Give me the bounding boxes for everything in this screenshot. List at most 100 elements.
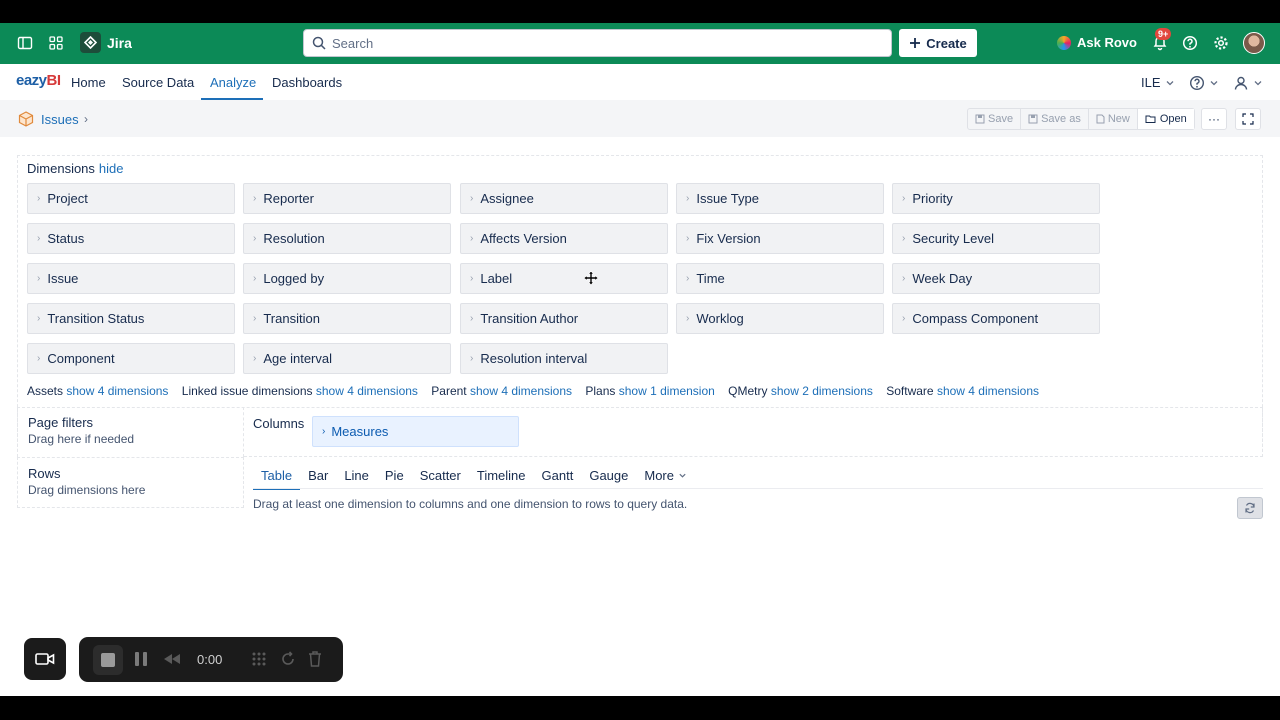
dimension-chip-label: Affects Version xyxy=(480,231,567,246)
app-switcher-icon[interactable] xyxy=(46,33,66,53)
dimension-chip-issue[interactable]: › Issue xyxy=(27,263,235,294)
nav-source-data[interactable]: Source Data xyxy=(122,75,194,90)
tab-line[interactable]: Line xyxy=(336,464,377,490)
sidebar-toggle-icon[interactable] xyxy=(15,33,35,53)
fullscreen-button[interactable] xyxy=(1235,108,1261,130)
show-dimensions-link[interactable]: show 2 dimensions xyxy=(771,384,873,398)
tab-bar[interactable]: Bar xyxy=(300,464,336,490)
dimension-chip-project[interactable]: › Project xyxy=(27,183,235,214)
show-dimensions-link[interactable]: show 4 dimensions xyxy=(316,384,418,398)
tab-pie[interactable]: Pie xyxy=(377,464,412,490)
chevron-right-icon: › xyxy=(322,426,326,437)
dimension-chip-affects-version[interactable]: › Affects Version xyxy=(460,223,668,254)
show-dimensions-link[interactable]: show 4 dimensions xyxy=(66,384,168,398)
group-qmetry: QMetry show 2 dimensions xyxy=(728,384,873,398)
dimension-chip-assignee[interactable]: › Assignee xyxy=(460,183,668,214)
show-dimensions-link[interactable]: show 1 dimension xyxy=(619,384,715,398)
language-selector[interactable]: ILE xyxy=(1141,75,1175,90)
save-button[interactable]: Save xyxy=(968,109,1022,129)
dimension-chip-label: Security Level xyxy=(912,231,994,246)
tab-scatter[interactable]: Scatter xyxy=(412,464,469,490)
settings-gear-icon[interactable] xyxy=(1211,33,1231,53)
tab-more[interactable]: More xyxy=(636,464,694,490)
dimension-chip-transition-author[interactable]: › Transition Author xyxy=(460,303,668,334)
page-filters-drop-zone[interactable]: Page filters Drag here if needed xyxy=(17,407,244,457)
dimension-chip-week-day[interactable]: › Week Day xyxy=(892,263,1100,294)
show-dimensions-link[interactable]: show 4 dimensions xyxy=(470,384,572,398)
more-actions-button[interactable]: ··· xyxy=(1201,108,1227,130)
help-menu[interactable] xyxy=(1189,75,1219,91)
dimension-chip-label: Issue Type xyxy=(696,191,759,206)
dimension-chip-priority[interactable]: › Priority xyxy=(892,183,1100,214)
tab-table[interactable]: Table xyxy=(253,464,301,490)
nav-home[interactable]: Home xyxy=(71,75,106,90)
nav-analyze[interactable]: Analyze xyxy=(210,75,256,90)
ask-rovo-button[interactable]: Ask Rovo xyxy=(1057,35,1137,50)
grid-dots-icon[interactable] xyxy=(251,651,267,667)
dimension-chip-compass-component[interactable]: › Compass Component xyxy=(892,303,1100,334)
dimension-chip-label: Label xyxy=(480,271,513,286)
jira-app-name[interactable]: Jira xyxy=(107,35,132,51)
dimension-chip-resolution-interval[interactable]: › Resolution interval xyxy=(460,343,668,374)
chevron-right-icon: › xyxy=(253,233,257,244)
user-avatar[interactable] xyxy=(1243,32,1265,54)
open-button[interactable]: Open xyxy=(1137,109,1194,129)
dimension-chip-time[interactable]: › Time xyxy=(676,263,884,294)
eazybi-logo[interactable]: eazyBI xyxy=(16,72,61,89)
chevron-right-icon: › xyxy=(253,313,257,324)
refresh-button[interactable] xyxy=(1237,497,1263,519)
dimension-chip-transition-status[interactable]: › Transition Status xyxy=(27,303,235,334)
folder-open-icon xyxy=(1145,115,1156,123)
global-search-box[interactable] xyxy=(303,29,892,57)
dimension-chip-label: Logged by xyxy=(263,271,325,286)
dimension-chip-component[interactable]: › Component xyxy=(27,343,235,374)
rows-title: Rows xyxy=(28,466,61,481)
dimension-chip-security-level[interactable]: › Security Level xyxy=(892,223,1100,254)
dimension-chip-age-interval[interactable]: › Age interval xyxy=(243,343,451,374)
dimension-chip-label: Priority xyxy=(912,191,953,206)
breadcrumb-issues[interactable]: Issues xyxy=(41,112,79,127)
trash-icon[interactable] xyxy=(308,651,322,667)
save-label: Save xyxy=(988,113,1014,125)
tab-timeline[interactable]: Timeline xyxy=(469,464,534,490)
recorder-camera-button[interactable] xyxy=(24,638,66,680)
pause-icon[interactable] xyxy=(134,651,148,667)
more-actions-label: ··· xyxy=(1208,112,1220,126)
dimension-chip-worklog[interactable]: › Worklog xyxy=(676,303,884,334)
group-name: Plans xyxy=(585,384,616,398)
dimension-chip-logged-by[interactable]: › Logged by xyxy=(243,263,451,294)
help-icon[interactable] xyxy=(1180,33,1200,53)
rewind-icon[interactable] xyxy=(163,653,181,665)
user-menu[interactable] xyxy=(1233,75,1263,91)
dimension-chip-issue-type[interactable]: › Issue Type xyxy=(676,183,884,214)
columns-drop-zone[interactable]: Columns › Measures xyxy=(244,407,1263,457)
restart-icon[interactable] xyxy=(280,651,296,667)
save-as-button[interactable]: Save as xyxy=(1021,109,1089,129)
new-button[interactable]: New xyxy=(1089,109,1138,129)
chevron-down-icon xyxy=(679,473,686,478)
logo-text-bi: BI xyxy=(46,72,62,89)
dimension-chip-label[interactable]: › Label xyxy=(460,263,668,294)
jira-logo-icon[interactable] xyxy=(80,32,101,53)
nav-dashboards[interactable]: Dashboards xyxy=(272,75,342,90)
dimension-chip-transition[interactable]: › Transition xyxy=(243,303,451,334)
show-dimensions-link[interactable]: show 4 dimensions xyxy=(937,384,1039,398)
dimensions-hide-link[interactable]: hide xyxy=(99,161,124,176)
create-button[interactable]: Create xyxy=(899,29,977,57)
stop-recording-button[interactable] xyxy=(93,645,123,675)
new-label: New xyxy=(1107,113,1130,125)
search-input[interactable] xyxy=(332,35,872,51)
tab-gauge[interactable]: Gauge xyxy=(581,464,636,490)
tab-gantt[interactable]: Gantt xyxy=(534,464,582,490)
rows-drop-zone[interactable]: Rows Drag dimensions here xyxy=(17,457,244,508)
group-assets: Assets show 4 dimensions xyxy=(27,384,168,398)
breadcrumb-toolbar: Issues › Save Save as New Open ··· xyxy=(0,100,1280,137)
measures-chip[interactable]: › Measures xyxy=(312,416,519,447)
dimension-chip-fix-version[interactable]: › Fix Version xyxy=(676,223,884,254)
language-label: ILE xyxy=(1141,75,1161,90)
dimension-chip-status[interactable]: › Status xyxy=(27,223,235,254)
dimension-chip-reporter[interactable]: › Reporter xyxy=(243,183,451,214)
dimension-chip-resolution[interactable]: › Resolution xyxy=(243,223,451,254)
chevron-right-icon: › xyxy=(470,353,474,364)
chevron-right-icon: › xyxy=(470,273,474,284)
